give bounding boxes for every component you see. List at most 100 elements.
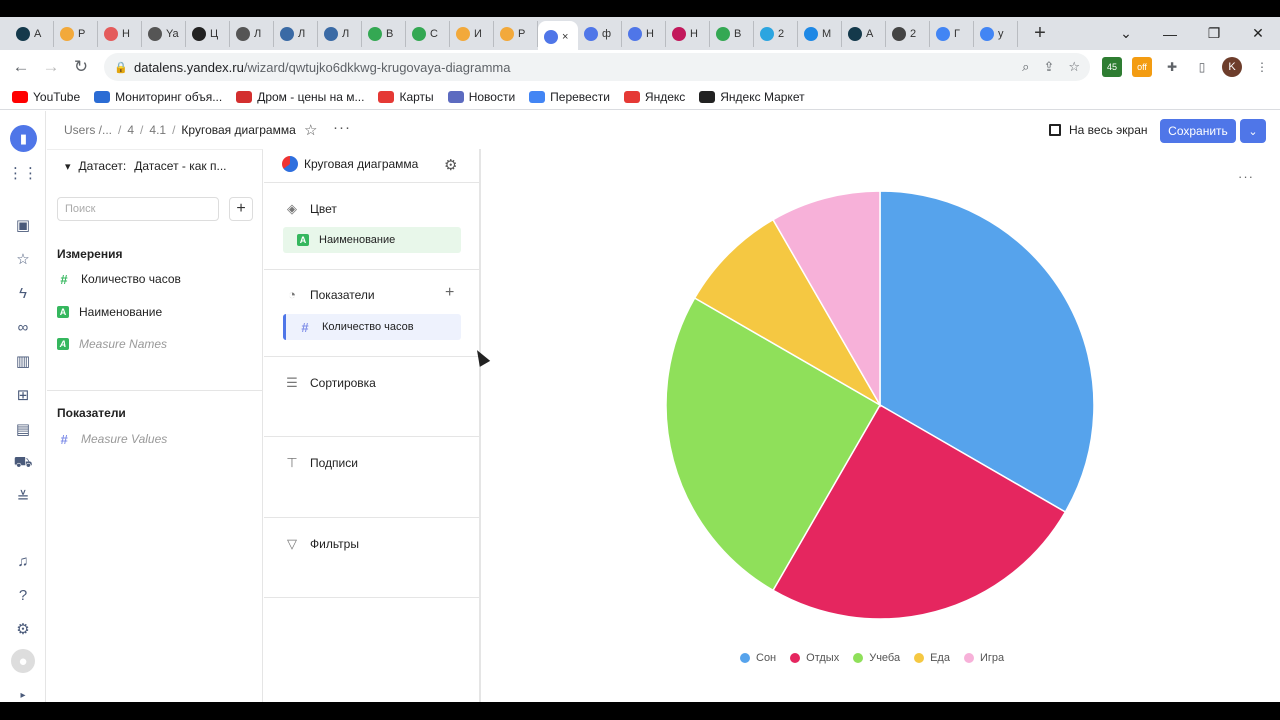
- browser-tab[interactable]: Г: [930, 20, 974, 47]
- apps-grid-icon[interactable]: ⋮⋮: [8, 161, 38, 185]
- back-icon[interactable]: ←: [6, 57, 36, 77]
- legend-item[interactable]: Отдых: [790, 652, 839, 664]
- fullscreen-button[interactable]: На весь экран: [1049, 123, 1148, 137]
- favorites-icon[interactable]: ☆: [11, 247, 35, 271]
- extension-off-icon[interactable]: off: [1132, 57, 1152, 77]
- browser-tab[interactable]: Л: [230, 20, 274, 47]
- breadcrumb-item[interactable]: Users /...: [64, 123, 112, 137]
- reload-icon[interactable]: ↻: [66, 57, 96, 77]
- field-search-input[interactable]: Поиск: [57, 197, 219, 221]
- dashboards-icon[interactable]: ⊞: [11, 383, 35, 407]
- browser-tab[interactable]: С: [406, 20, 450, 47]
- browser-tab[interactable]: Р: [54, 20, 98, 47]
- add-field-button[interactable]: +: [229, 197, 253, 221]
- dimension-field[interactable]: A Measure Names: [57, 335, 167, 353]
- legend-item[interactable]: Игра: [963, 652, 1005, 664]
- bookmark-item[interactable]: Дром - цены на м...: [236, 90, 364, 104]
- legend-label: Игра: [979, 652, 1005, 664]
- restore-icon[interactable]: ❐: [1192, 25, 1236, 42]
- folder-icon[interactable]: ▤: [11, 417, 35, 441]
- bookmark-star-icon[interactable]: ☆: [1068, 59, 1080, 75]
- color-field-chip[interactable]: A Наименование: [283, 227, 461, 253]
- browser-tab[interactable]: В: [710, 20, 754, 47]
- tab-search-icon[interactable]: ⌄: [1104, 25, 1148, 42]
- side-panel-icon[interactable]: ▯: [1192, 57, 1212, 77]
- browser-tab[interactable]: ×: [538, 20, 578, 54]
- chart-settings-gear-icon[interactable]: ⚙: [444, 156, 457, 174]
- more-actions-icon[interactable]: ···: [333, 119, 351, 136]
- close-window-icon[interactable]: ✕: [1236, 25, 1280, 42]
- settings-sliders-icon[interactable]: ≚: [11, 485, 35, 509]
- marketplace-icon[interactable]: ⛟: [11, 451, 35, 475]
- browser-tab[interactable]: И: [450, 20, 494, 47]
- datasets-icon[interactable]: ∞: [11, 315, 35, 339]
- dimension-field[interactable]: A Наименование: [57, 303, 162, 321]
- notifications-icon[interactable]: ♫: [11, 549, 35, 573]
- favorite-star-icon[interactable]: ☆: [304, 121, 317, 139]
- browser-tab[interactable]: Н: [98, 20, 142, 47]
- browser-tab[interactable]: Ya: [142, 20, 186, 47]
- browser-tab[interactable]: В: [362, 20, 406, 47]
- minimize-icon[interactable]: —: [1148, 26, 1192, 42]
- browser-tab[interactable]: Л: [318, 20, 362, 47]
- string-type-icon: A: [57, 338, 69, 350]
- bookmark-item[interactable]: Мониторинг объя...: [94, 90, 222, 104]
- connections-icon[interactable]: ϟ: [11, 281, 35, 305]
- browser-tab[interactable]: Л: [274, 20, 318, 47]
- tab-favicon-icon: [368, 26, 382, 41]
- tab-favicon-icon: [280, 26, 294, 41]
- browser-tab[interactable]: Ц: [186, 20, 230, 47]
- breadcrumb-item[interactable]: 4: [127, 123, 134, 137]
- legend-label: Отдых: [806, 652, 840, 664]
- browser-tab[interactable]: Н: [622, 20, 666, 47]
- browser-tab[interactable]: у: [974, 20, 1018, 47]
- legend-item[interactable]: Сон: [740, 652, 776, 664]
- browser-menu-icon[interactable]: ⋮: [1252, 57, 1272, 77]
- forward-icon[interactable]: →: [36, 57, 66, 77]
- save-options-chevron-icon[interactable]: ⌄: [1240, 119, 1266, 143]
- address-bar[interactable]: 🔒 datalens.yandex.ru/wizard/qwtujko6dkkw…: [104, 53, 1090, 81]
- profile-avatar[interactable]: K: [1222, 57, 1242, 77]
- bookmark-item[interactable]: Яндекс Маркет: [699, 90, 805, 104]
- browser-tab[interactable]: 2: [886, 20, 930, 47]
- legend-item[interactable]: Учеба: [853, 652, 900, 664]
- collections-icon[interactable]: ▣: [11, 213, 35, 237]
- browser-tab[interactable]: А: [10, 20, 54, 47]
- breadcrumb-item[interactable]: 4.1: [149, 123, 166, 137]
- save-button[interactable]: Сохранить: [1160, 119, 1236, 143]
- bookmark-item[interactable]: YouTube: [12, 90, 80, 104]
- dataset-selector[interactable]: ▾ Датасет: Датасет - как п...: [65, 159, 227, 173]
- add-measure-plus-icon[interactable]: +: [445, 284, 454, 302]
- browser-tab[interactable]: Р: [494, 20, 538, 47]
- zoom-icon[interactable]: ⌕: [1022, 59, 1029, 75]
- legend-item[interactable]: Еда: [914, 652, 950, 664]
- browser-tab[interactable]: 2: [754, 20, 798, 47]
- labels-section[interactable]: ⊤ Подписи: [264, 436, 480, 517]
- bookmark-item[interactable]: Перевести: [529, 90, 610, 104]
- measure-field-chip[interactable]: # Количество часов: [283, 314, 461, 340]
- extension-badge-icon[interactable]: 45: [1102, 57, 1122, 77]
- bookmark-item[interactable]: Новости: [447, 90, 515, 104]
- user-avatar[interactable]: ●: [11, 649, 35, 673]
- help-icon[interactable]: ?: [11, 583, 35, 607]
- tab-favicon-icon: [148, 26, 162, 41]
- charts-icon[interactable]: ▥: [11, 349, 35, 373]
- bookmark-item[interactable]: Карты: [378, 90, 434, 104]
- visualization-type-selector[interactable]: Круговая диаграмма: [282, 156, 418, 172]
- datalens-logo-icon[interactable]: ▮: [10, 125, 37, 152]
- browser-tab[interactable]: Н: [666, 20, 710, 47]
- new-tab-plus-icon[interactable]: +: [1030, 22, 1050, 45]
- filters-section[interactable]: ▽ Фильтры: [264, 517, 480, 598]
- puzzle-icon[interactable]: ✚: [1162, 57, 1182, 77]
- measure-field[interactable]: # Measure Values: [57, 430, 167, 448]
- bookmark-item[interactable]: Яндекс: [623, 90, 685, 104]
- gear-icon[interactable]: ⚙: [11, 617, 35, 641]
- sort-section[interactable]: ☰ Сортировка: [264, 356, 480, 436]
- browser-tab[interactable]: ф: [578, 20, 622, 47]
- dimension-field[interactable]: # Количество часов: [57, 270, 181, 288]
- browser-tab[interactable]: М: [798, 20, 842, 47]
- bottom-black-band: [0, 702, 1280, 720]
- browser-tab[interactable]: А: [842, 20, 886, 47]
- share-icon[interactable]: ⇪: [1043, 59, 1054, 75]
- legend-label: Учеба: [869, 652, 901, 664]
